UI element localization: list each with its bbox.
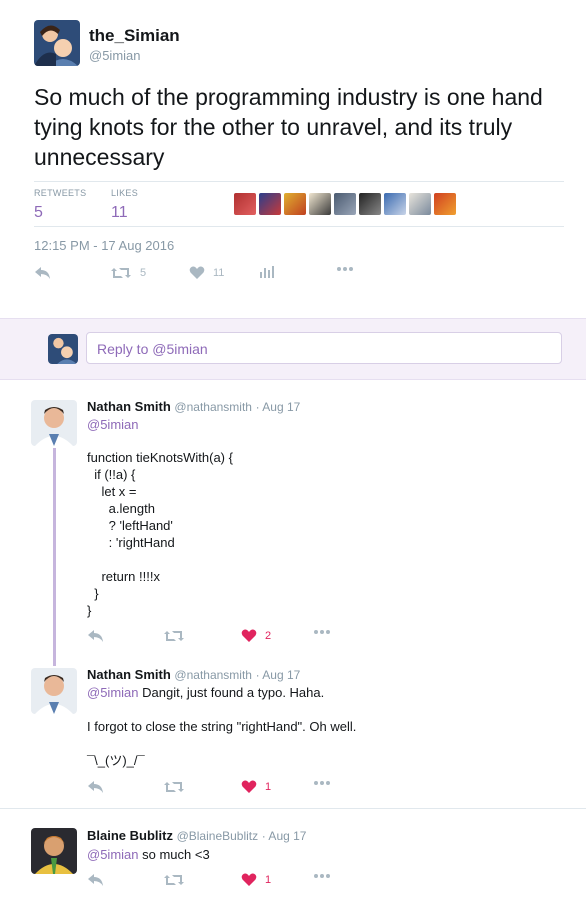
more-icon [314,781,330,785]
reply-avatar[interactable] [31,668,77,714]
liker-avatar[interactable] [309,193,331,215]
reply-date[interactable]: · Aug 17 [262,829,307,843]
more-action[interactable] [313,629,331,635]
heart-icon [241,873,257,886]
main-tweet-actions: 5 11 [34,266,354,286]
analytics-action[interactable] [260,266,274,278]
reply-icon [35,267,50,279]
liker-avatar[interactable] [409,193,431,215]
reply-icon [88,874,103,886]
liker-avatar[interactable] [359,193,381,215]
reply-text: Dangit, just found a typo. Haha. [138,685,325,700]
reply-action[interactable] [87,780,105,794]
retweet-count: 5 [140,267,147,279]
author-name[interactable]: the_Simian [89,26,180,46]
reply-avatar[interactable] [31,828,77,874]
like-action[interactable]: 1 [241,873,271,887]
more-icon [337,267,353,271]
reply-mention[interactable]: @5imian [87,417,139,432]
likes-count: 11 [111,204,128,221]
reply-mention[interactable]: @5imian [87,685,139,700]
reply-action[interactable] [87,873,105,887]
reply-icon [88,781,103,793]
reply-input[interactable]: Reply to @5imian [86,332,562,364]
tweet-text: So much of the programming industry is o… [34,84,543,170]
retweet-action[interactable] [163,873,185,887]
reply-mention-line: @5imian [87,416,139,433]
more-icon [314,874,330,878]
reply-body: I forgot to close the string "rightHand"… [87,719,357,768]
reply-author: Blaine Bublitz @BlaineBublitz · Aug 17 [87,828,306,843]
tweet-timestamp[interactable]: 12:15 PM - 17 Aug 2016 [34,238,174,253]
retweet-action[interactable]: 5 [110,266,146,280]
like-count: 11 [213,267,225,279]
like-count: 2 [265,630,272,642]
like-count: 1 [265,874,272,886]
current-user-avatar [48,334,78,364]
liker-avatar[interactable] [284,193,306,215]
like-action[interactable]: 11 [189,266,224,280]
liker-avatar[interactable] [334,193,356,215]
like-action[interactable]: 1 [241,780,271,794]
retweet-action[interactable] [163,780,185,794]
heart-icon [241,780,257,793]
heart-icon [241,629,257,642]
likes-label: LIKES [111,188,139,198]
retweets-stat[interactable]: RETWEETS 5 [34,188,86,222]
reply-code-body: function tieKnotsWith(a) { if (!!a) { le… [87,450,233,618]
reply-action[interactable] [87,629,105,643]
analytics-icon [260,266,274,278]
retweet-action[interactable] [163,629,185,643]
liker-avatar[interactable] [234,193,256,215]
reply-author-name[interactable]: Nathan Smith [87,399,171,414]
reply-author-name[interactable]: Nathan Smith [87,667,171,682]
reply-actions: 1 [87,873,337,893]
more-action[interactable] [336,266,354,272]
reply-avatar[interactable] [31,400,77,446]
reply-composer: Reply to @5imian [0,318,586,380]
author-avatar[interactable] [34,20,80,66]
retweets-label: RETWEETS [34,188,87,198]
retweet-icon [164,782,184,792]
reply-actions: 1 [87,780,337,800]
reply-text: so much <3 [138,847,210,862]
liker-avatar[interactable] [384,193,406,215]
retweets-count: 5 [34,204,43,221]
reply-divider [0,808,586,809]
more-action[interactable] [313,873,331,879]
reply-author-name[interactable]: Blaine Bublitz [87,828,173,843]
reply-date[interactable]: · Aug 17 [256,668,301,682]
author-handle[interactable]: @5imian [89,48,141,63]
thread-line [53,448,56,666]
liker-avatar[interactable] [434,193,456,215]
reply-icon [88,630,103,642]
reply-author-handle[interactable]: @nathansmith [174,668,252,682]
more-action[interactable] [313,780,331,786]
likes-stat[interactable]: LIKES 11 [111,188,138,222]
main-tweet: the_Simian @5imian So much of the progra… [0,0,586,318]
reply-author: Nathan Smith @nathansmith · Aug 17 [87,667,300,682]
reply-action[interactable] [34,266,52,280]
reply-author-handle[interactable]: @nathansmith [174,400,252,414]
reply-author-handle[interactable]: @BlaineBublitz [177,829,259,843]
more-icon [314,630,330,634]
retweet-icon [164,631,184,641]
like-count: 1 [265,781,272,793]
likers-avatars [234,193,456,215]
reply-date[interactable]: · Aug 17 [256,400,301,414]
tweet-stats: RETWEETS 5 LIKES 11 [34,181,564,227]
liker-avatar[interactable] [259,193,281,215]
reply-first-line: @5imian so much <3 [87,846,210,863]
reply-mention[interactable]: @5imian [87,847,139,862]
reply-actions: 2 [87,629,337,649]
reply-first-line: @5imian Dangit, just found a typo. Haha. [87,684,324,701]
heart-icon [189,266,205,279]
retweet-icon [111,268,131,278]
reply-author: Nathan Smith @nathansmith · Aug 17 [87,399,300,414]
retweet-icon [164,875,184,885]
like-action[interactable]: 2 [241,629,271,643]
